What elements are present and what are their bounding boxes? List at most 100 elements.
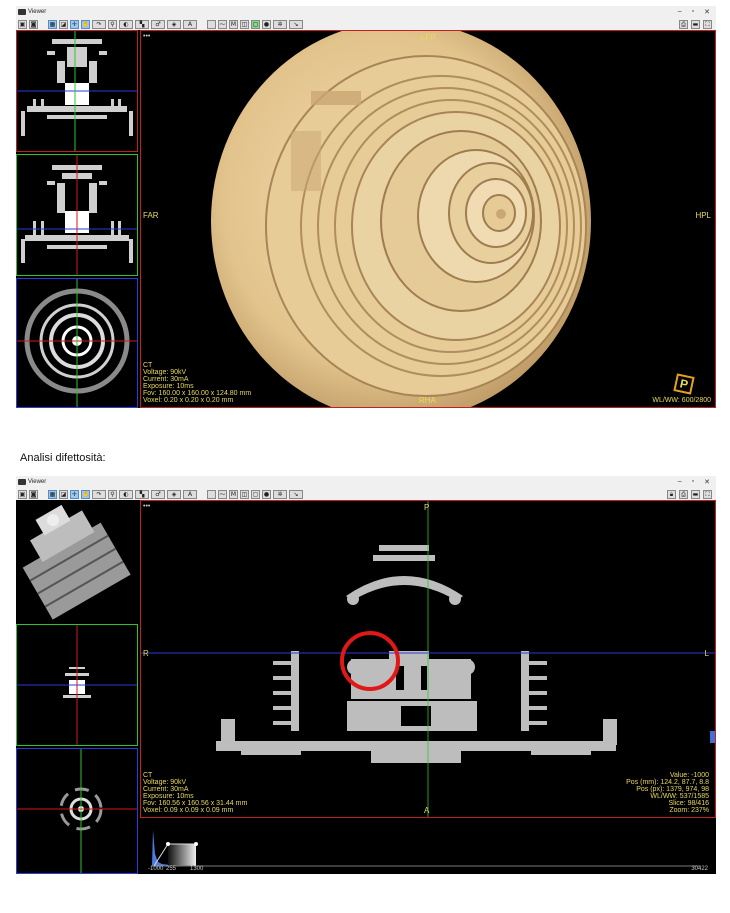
camera-icon[interactable]: ▣	[18, 19, 27, 29]
thumbnail-3d[interactable]	[16, 500, 138, 622]
capture-icon[interactable]: ◙	[29, 489, 38, 499]
crosshair-icon[interactable]: ✛	[70, 19, 79, 29]
fullscreen-icon[interactable]: ⛶	[703, 489, 712, 499]
histogram-label-min: -1000	[148, 866, 164, 872]
contrast-icon[interactable]: ◐	[119, 19, 133, 29]
acquisition-info: CT Voltage: 90kV Current: 30mA Exposure:…	[143, 772, 247, 814]
orientation-top: P	[424, 503, 430, 512]
hand-icon[interactable]: ✋	[81, 19, 90, 29]
title-bar: Viewer – ▫ ✕	[16, 476, 716, 488]
layers-icon[interactable]: ◈	[167, 19, 181, 29]
overlay-dots: •••	[143, 503, 151, 510]
camera-icon[interactable]: ▣	[18, 489, 27, 499]
blank-icon[interactable]	[207, 19, 216, 29]
folder-icon[interactable]: ▬	[691, 19, 700, 29]
zoom-icon[interactable]: ⚲	[108, 489, 117, 499]
maximize-button[interactable]: ▫	[692, 478, 694, 486]
minimize-button[interactable]: –	[678, 8, 682, 16]
acquisition-info: CT Voltage: 90kV Current: 30mA Exposure:…	[143, 362, 251, 404]
thumbnail-coronal[interactable]	[16, 154, 138, 276]
orientation-left: R	[143, 649, 149, 658]
scrollbar-thumb[interactable]	[710, 731, 715, 743]
caption: Analisi difettosità:	[20, 452, 106, 464]
cube-icon[interactable]: ◫	[240, 489, 249, 499]
window-title: Viewer	[28, 479, 47, 485]
info-voltage: Voltage: 90kV	[143, 779, 187, 786]
grid-icon[interactable]: ▚	[135, 19, 149, 29]
curve-icon[interactable]: ⁓	[218, 19, 227, 29]
arrow-icon[interactable]: ↘	[289, 19, 303, 29]
histogram-handle-high[interactable]	[194, 842, 198, 846]
readout-pos-mm: Pos (mm): 124.2, 87.7, 8.8	[626, 779, 709, 786]
measure-icon[interactable]: ♂	[151, 19, 165, 29]
layout-icon[interactable]: ▦	[48, 19, 57, 29]
cube-icon[interactable]: ◫	[240, 19, 249, 29]
orientation-bottom: A	[424, 806, 430, 815]
thumbnail-sagittal[interactable]	[16, 278, 138, 408]
print-icon[interactable]: ⎙	[679, 19, 688, 29]
toolbar: ▣ ◙ ▦ ◪ ✛ ✋ ↷ ⚲ ◐ ▚ ♂ ◈ A ⁓ M ◫ ▢ ● ✲ ↘ …	[16, 488, 716, 500]
thumbnail-sagittal[interactable]	[16, 748, 138, 874]
viewer-area: LFP FAR HPL RHA ••• CT Voltage: 90kV Cur…	[16, 30, 716, 408]
capture-icon[interactable]: ◙	[29, 19, 38, 29]
info-fov: Fov: 160.00 x 160.00 x 124.80 mm	[143, 390, 252, 397]
text-icon[interactable]: A	[183, 19, 197, 29]
contrast-icon[interactable]: ◐	[119, 489, 133, 499]
readout-wlww: WL/WW: 537/1585	[650, 793, 709, 800]
print-icon[interactable]: ⎙	[679, 489, 688, 499]
rotate-icon[interactable]: ↷	[92, 19, 106, 29]
close-button[interactable]: ✕	[704, 478, 710, 486]
info-current: Current: 30mA	[143, 376, 189, 383]
measure-icon[interactable]: ♂	[151, 489, 165, 499]
hand-icon[interactable]: ✋	[81, 489, 90, 499]
settings-icon[interactable]: ✲	[273, 489, 287, 499]
thumbnail-coronal[interactable]	[16, 624, 138, 746]
readout-pos-px: Pos (px): 1379, 974, 98	[636, 786, 709, 793]
sphere-icon[interactable]: ●	[262, 489, 271, 499]
lock-icon[interactable]: 🔒︎	[667, 489, 676, 499]
thumbnail-axial[interactable]	[16, 30, 138, 152]
layout-icon[interactable]: ▦	[48, 489, 57, 499]
layers-icon[interactable]: ◈	[167, 489, 181, 499]
rotate-icon[interactable]: ↷	[92, 489, 106, 499]
zoom-icon[interactable]: ⚲	[108, 19, 117, 29]
main-3d-view[interactable]: LFP FAR HPL RHA ••• CT Voltage: 90kV Cur…	[140, 30, 716, 408]
sphere-icon[interactable]: ●	[262, 19, 271, 29]
histogram-handle-low[interactable]	[166, 842, 170, 846]
orientation-right: HPL	[695, 211, 711, 220]
window-level-readout: WL/WW: 600/2800	[652, 397, 711, 404]
info-exposure: Exposure: 10ms	[143, 793, 194, 800]
info-modality: CT	[143, 772, 153, 779]
main-slice-view[interactable]: P R L A ••• CT Voltage: 90kV Current: 30…	[140, 500, 716, 818]
title-bar: Viewer – ▫ ✕	[16, 6, 716, 18]
app-logo-icon	[18, 9, 26, 15]
app-logo-icon	[18, 479, 26, 485]
grid-icon[interactable]: ▚	[135, 489, 149, 499]
histogram-label-mid: 255	[166, 866, 177, 872]
histogram-panel[interactable]: -1000 255 1300 30422	[140, 824, 716, 874]
blank-icon[interactable]	[207, 489, 216, 499]
volume-icon[interactable]: ▢	[251, 489, 260, 499]
text-icon[interactable]: A	[183, 489, 197, 499]
crosshair-icon[interactable]: ✛	[70, 489, 79, 499]
image-icon[interactable]: ◪	[59, 19, 68, 29]
orientation-cube-icon[interactable]: P	[673, 373, 695, 395]
image-icon[interactable]: ◪	[59, 489, 68, 499]
settings-icon[interactable]: ✲	[273, 19, 287, 29]
maximize-button[interactable]: ▫	[692, 8, 694, 16]
window-title: Viewer	[28, 9, 47, 15]
orientation-top: LFP	[421, 33, 436, 42]
minimize-button[interactable]: –	[678, 478, 682, 486]
mip-icon[interactable]: M	[229, 489, 238, 499]
folder-icon[interactable]: ▬	[691, 489, 700, 499]
volume-icon[interactable]: ▢	[251, 19, 260, 29]
readout-zoom: Zoom: 237%	[669, 807, 709, 814]
readout-value: Value: -1000	[669, 772, 709, 779]
fullscreen-icon[interactable]: ⛶	[703, 19, 712, 29]
info-fov: Fov: 160.56 x 160.56 x 31.44 mm	[143, 800, 248, 807]
info-voxel: Voxel: 0.09 x 0.09 x 0.09 mm	[143, 807, 234, 814]
arrow-icon[interactable]: ↘	[289, 489, 303, 499]
close-button[interactable]: ✕	[704, 8, 710, 16]
curve-icon[interactable]: ⁓	[218, 489, 227, 499]
mip-icon[interactable]: M	[229, 19, 238, 29]
